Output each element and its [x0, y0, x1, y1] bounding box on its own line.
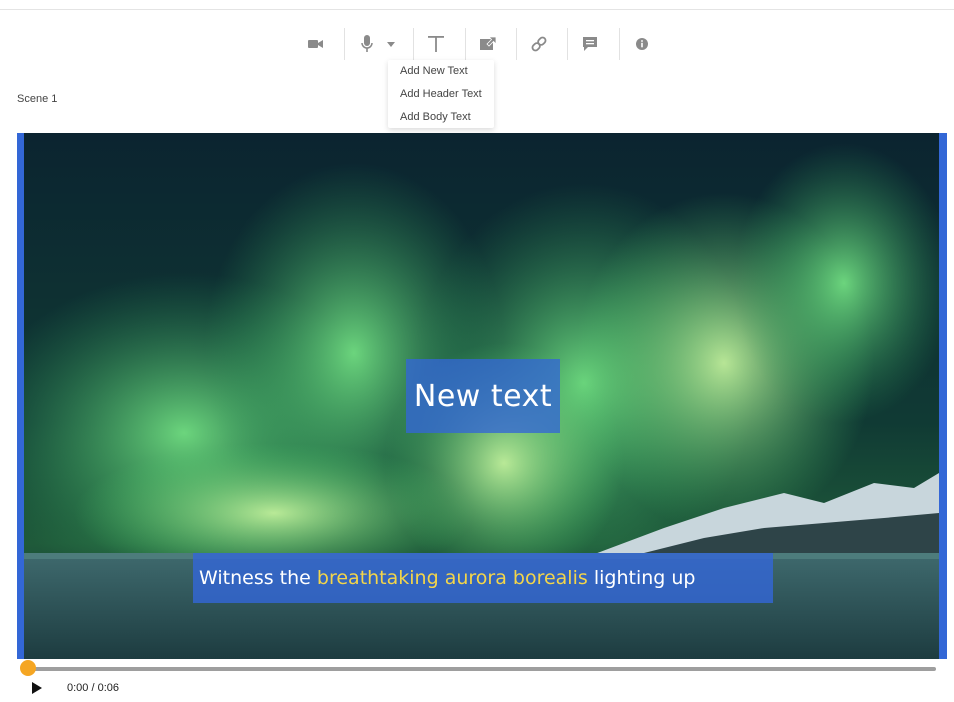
seek-handle[interactable]	[20, 660, 36, 676]
top-divider	[0, 9, 954, 10]
caption-text-end: lighting up	[593, 567, 696, 589]
caption-text-box[interactable]: Witness the breathtaking aurora borealis…	[193, 553, 773, 603]
caption-text-highlight: breathtaking aurora borealis	[316, 567, 588, 589]
play-button[interactable]	[30, 681, 44, 695]
menu-item-add-new-text[interactable]: Add New Text	[400, 65, 468, 77]
scene-title: Scene 1	[17, 93, 58, 105]
headline-text: New text	[413, 378, 553, 414]
seek-bar[interactable]	[28, 667, 936, 671]
microphone-icon[interactable]	[353, 30, 381, 58]
video-camera-icon[interactable]	[302, 30, 330, 58]
toolbar-divider	[516, 28, 517, 60]
headline-text-box[interactable]: New text	[406, 359, 560, 433]
comment-icon[interactable]	[576, 30, 604, 58]
toolbar-divider	[567, 28, 568, 60]
add-text-menu: Add New Text Add Header Text Add Body Te…	[388, 60, 494, 128]
toolbar-divider	[465, 28, 466, 60]
time-readout: 0:00 / 0:06	[67, 682, 119, 694]
toolbar-divider	[413, 28, 414, 60]
editor-toolbar	[0, 26, 954, 62]
menu-item-add-header-text[interactable]: Add Header Text	[400, 88, 482, 100]
toolbar-divider	[619, 28, 620, 60]
text-icon[interactable]	[422, 30, 450, 58]
caption-text-start: Witness the	[199, 567, 311, 589]
export-image-icon[interactable]	[474, 30, 502, 58]
toolbar-divider	[344, 28, 345, 60]
info-icon[interactable]	[628, 30, 656, 58]
scene-canvas[interactable]: New text Witness the breathtaking aurora…	[17, 133, 947, 659]
play-icon	[32, 682, 42, 694]
menu-item-add-body-text[interactable]: Add Body Text	[400, 111, 471, 123]
link-icon[interactable]	[525, 30, 553, 58]
caret-down-icon[interactable]	[381, 30, 401, 58]
